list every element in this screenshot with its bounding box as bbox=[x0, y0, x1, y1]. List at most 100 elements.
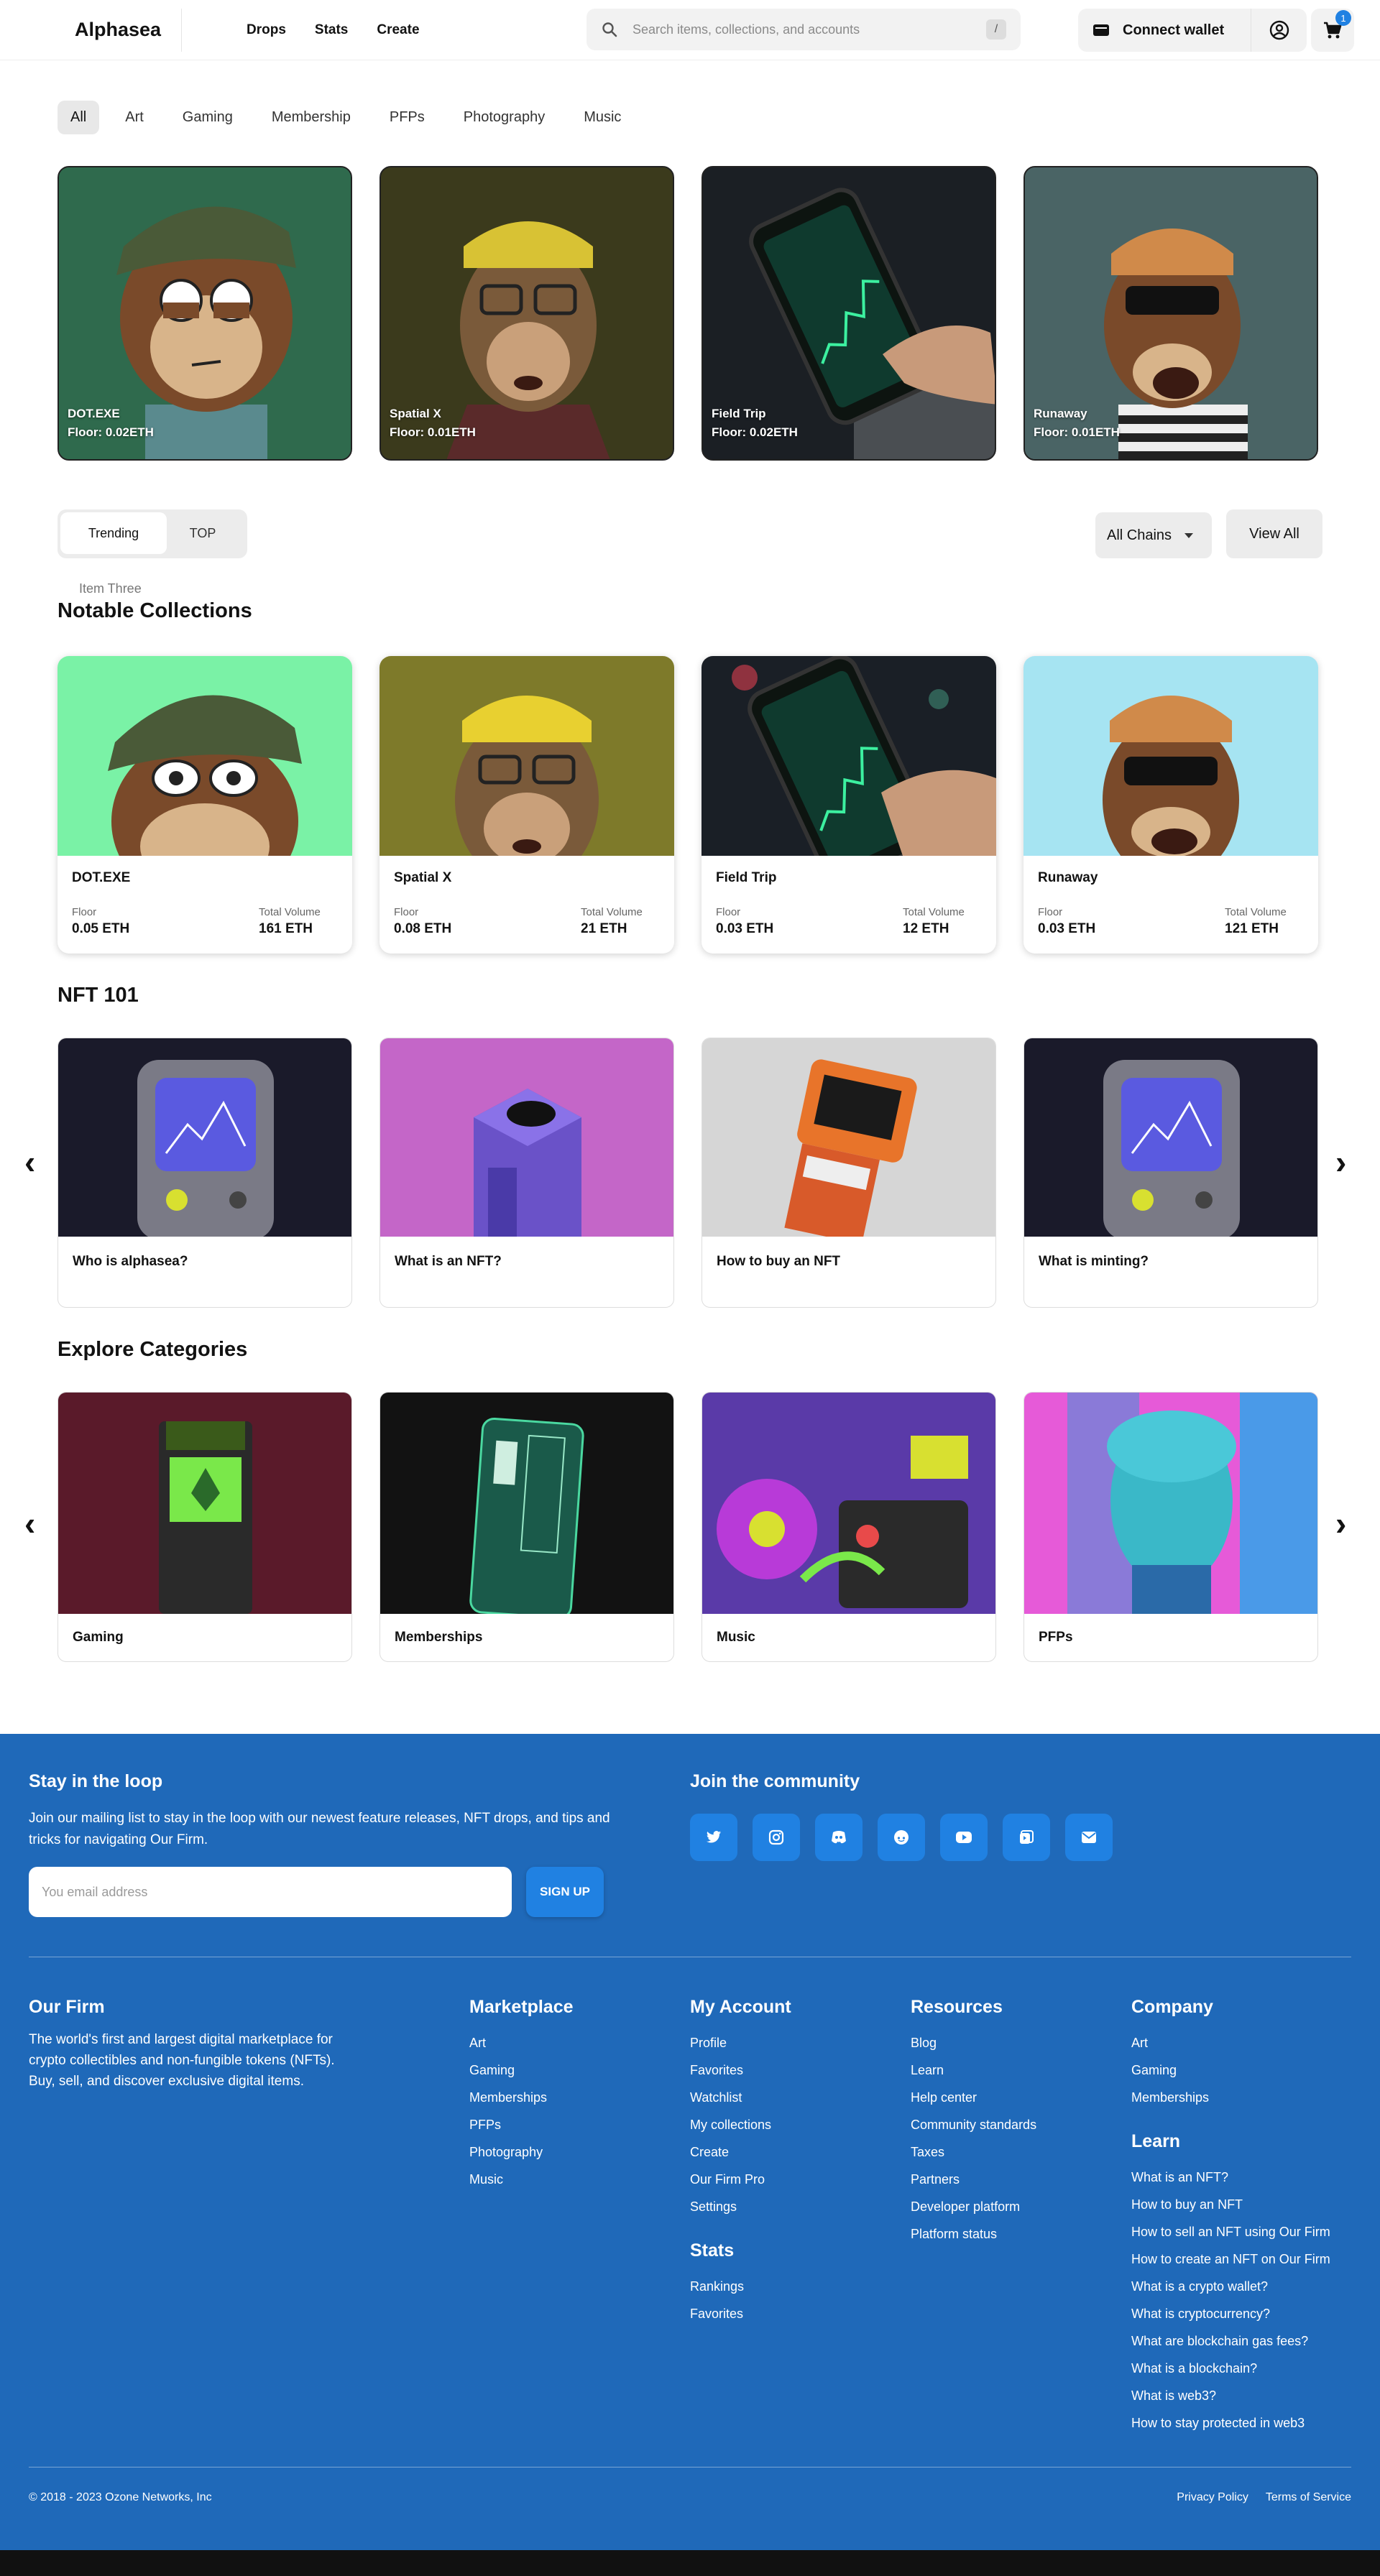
floor-label: Floor bbox=[716, 906, 741, 918]
collection-card-dotexe[interactable]: DOT.EXE Floor 0.05 ETH Total Volume 161 ET… bbox=[58, 656, 352, 954]
chevron-left-icon[interactable]: ‹ bbox=[24, 1145, 35, 1178]
footer-link[interactable]: Rankings bbox=[690, 2273, 791, 2300]
email-field[interactable] bbox=[29, 1867, 512, 1917]
nav-drops[interactable]: Drops bbox=[247, 22, 286, 38]
volume-label: Total Volume bbox=[259, 906, 321, 918]
footer-link[interactable]: What is web3? bbox=[1131, 2382, 1330, 2409]
footer-link[interactable]: Gaming bbox=[469, 2056, 574, 2084]
tiktok-icon[interactable] bbox=[1003, 1814, 1050, 1861]
footer-link[interactable]: Learn bbox=[911, 2056, 1036, 2084]
footer-link[interactable]: Partners bbox=[911, 2166, 1036, 2193]
nav-stats[interactable]: Stats bbox=[315, 22, 348, 38]
reddit-icon[interactable] bbox=[878, 1814, 925, 1861]
collection-card-spatialx[interactable]: Spatial X Floor 0.08 ETH Total Volume 21 E… bbox=[380, 656, 674, 954]
cart-button[interactable]: 1 bbox=[1311, 9, 1354, 52]
footer-link[interactable]: Watchlist bbox=[690, 2084, 791, 2111]
site-logo[interactable]: Alphasea bbox=[29, 19, 161, 41]
footer-link[interactable]: Art bbox=[1131, 2029, 1330, 2056]
footer-link[interactable]: Settings bbox=[690, 2193, 791, 2220]
tab-top[interactable]: TOP bbox=[167, 512, 239, 554]
footer-link[interactable]: Profile bbox=[690, 2029, 791, 2056]
trending-toggle: Trending TOP bbox=[58, 509, 247, 558]
search-input[interactable] bbox=[632, 22, 986, 37]
instagram-icon[interactable] bbox=[753, 1814, 800, 1861]
guide-card[interactable]: Who is alphasea? bbox=[58, 1038, 352, 1308]
chevron-right-icon[interactable]: › bbox=[1335, 1507, 1346, 1540]
footer-link[interactable]: Create bbox=[690, 2138, 791, 2166]
footer-link[interactable]: How to create an NFT on Our Firm bbox=[1131, 2245, 1330, 2273]
chevron-right-icon[interactable]: › bbox=[1335, 1145, 1346, 1178]
signup-button[interactable]: SIGN UP bbox=[526, 1867, 604, 1917]
category-card-gaming[interactable]: Gaming bbox=[58, 1392, 352, 1662]
tab-all[interactable]: All bbox=[58, 101, 100, 134]
footer-link[interactable]: Our Firm Pro bbox=[690, 2166, 791, 2193]
footer-link[interactable]: How to buy an NFT bbox=[1131, 2191, 1330, 2218]
footer-link[interactable]: Community standards bbox=[911, 2111, 1036, 2138]
view-all-button[interactable]: View All bbox=[1226, 509, 1322, 558]
footer-link[interactable]: My collections bbox=[690, 2111, 791, 2138]
footer-link[interactable]: How to stay protected in web3 bbox=[1131, 2409, 1330, 2437]
tab-art[interactable]: Art bbox=[112, 101, 157, 134]
footer-link[interactable]: Blog bbox=[911, 2029, 1036, 2056]
company-links: Company Art Gaming Memberships Learn Wha… bbox=[1131, 1997, 1330, 2437]
footer-link[interactable]: Gaming bbox=[1131, 2056, 1330, 2084]
tab-gaming[interactable]: Gaming bbox=[170, 101, 246, 134]
footer-link[interactable]: What is a crypto wallet? bbox=[1131, 2273, 1330, 2300]
hero-info: Runaway Floor: 0.01ETH bbox=[1034, 405, 1120, 442]
youtube-icon[interactable] bbox=[940, 1814, 988, 1861]
category-image bbox=[380, 1393, 673, 1614]
nav-create[interactable]: Create bbox=[377, 22, 419, 38]
category-card-memberships[interactable]: Memberships bbox=[380, 1392, 674, 1662]
email-icon[interactable] bbox=[1065, 1814, 1113, 1861]
footer-link[interactable]: What is cryptocurrency? bbox=[1131, 2300, 1330, 2327]
hero-info: DOT.EXE Floor: 0.02ETH bbox=[68, 405, 154, 442]
collection-name: Runaway bbox=[1038, 870, 1098, 885]
footer-link[interactable]: Platform status bbox=[911, 2220, 1036, 2248]
hero-card-runaway[interactable]: Runaway Floor: 0.01ETH bbox=[1024, 166, 1318, 461]
footer-link[interactable]: Music bbox=[469, 2166, 574, 2193]
category-card-pfps[interactable]: PFPs bbox=[1024, 1392, 1318, 1662]
category-title: PFPs bbox=[1039, 1630, 1073, 1645]
category-card-music[interactable]: Music bbox=[702, 1392, 996, 1662]
collection-card-fieldtrip[interactable]: Field Trip Floor 0.03 ETH Total Volume 12 … bbox=[702, 656, 996, 954]
guide-card[interactable]: How to buy an NFT bbox=[702, 1038, 996, 1308]
guide-card[interactable]: What is an NFT? bbox=[380, 1038, 674, 1308]
footer-link[interactable]: Favorites bbox=[690, 2056, 791, 2084]
chevron-left-icon[interactable]: ‹ bbox=[24, 1507, 35, 1540]
profile-button[interactable] bbox=[1251, 9, 1307, 52]
collection-card-runaway[interactable]: Runaway Floor 0.03 ETH Total Volume 121 ET… bbox=[1024, 656, 1318, 954]
chains-dropdown[interactable]: All Chains bbox=[1095, 512, 1212, 558]
tab-trending[interactable]: Trending bbox=[60, 512, 167, 554]
privacy-policy-link[interactable]: Privacy Policy bbox=[1177, 2491, 1248, 2504]
terms-of-service-link[interactable]: Terms of Service bbox=[1266, 2491, 1351, 2504]
tab-photography[interactable]: Photography bbox=[451, 101, 558, 134]
footer-link[interactable]: Favorites bbox=[690, 2300, 791, 2327]
wallet-icon bbox=[1093, 24, 1109, 36]
connect-wallet-button[interactable]: Connect wallet bbox=[1078, 9, 1251, 52]
footer-link[interactable]: How to sell an NFT using Our Firm bbox=[1131, 2218, 1330, 2245]
hero-card-fieldtrip[interactable]: Field Trip Floor: 0.02ETH bbox=[702, 166, 996, 461]
tab-music[interactable]: Music bbox=[571, 101, 634, 134]
guide-card[interactable]: What is minting? bbox=[1024, 1038, 1318, 1308]
footer-link[interactable]: Art bbox=[469, 2029, 574, 2056]
footer-link[interactable]: Memberships bbox=[1131, 2084, 1330, 2111]
discord-icon[interactable] bbox=[815, 1814, 862, 1861]
top-header: Alphasea Drops Stats Create / Connect wa… bbox=[0, 0, 1380, 60]
hero-card-spatialx[interactable]: Spatial X Floor: 0.01ETH bbox=[380, 166, 674, 461]
tab-pfps[interactable]: PFPs bbox=[377, 101, 438, 134]
footer-link[interactable]: Help center bbox=[911, 2084, 1036, 2111]
account-links: My Account Profile Favorites Watchlist M… bbox=[690, 1997, 791, 2327]
footer-link[interactable]: PFPs bbox=[469, 2111, 574, 2138]
tab-membership[interactable]: Membership bbox=[259, 101, 364, 134]
footer-link[interactable]: What is a blockchain? bbox=[1131, 2355, 1330, 2382]
footer-link[interactable]: Memberships bbox=[469, 2084, 574, 2111]
footer-link[interactable]: Photography bbox=[469, 2138, 574, 2166]
footer-link[interactable]: What are blockchain gas fees? bbox=[1131, 2327, 1330, 2355]
footer-link[interactable]: Taxes bbox=[911, 2138, 1036, 2166]
hero-card-dotexe[interactable]: DOT.EXE Floor: 0.02ETH bbox=[58, 166, 352, 461]
guide-image bbox=[702, 1038, 995, 1237]
footer-link[interactable]: Developer platform bbox=[911, 2193, 1036, 2220]
twitter-icon[interactable] bbox=[690, 1814, 737, 1861]
search-bar[interactable]: / bbox=[586, 9, 1021, 50]
footer-link[interactable]: What is an NFT? bbox=[1131, 2164, 1330, 2191]
